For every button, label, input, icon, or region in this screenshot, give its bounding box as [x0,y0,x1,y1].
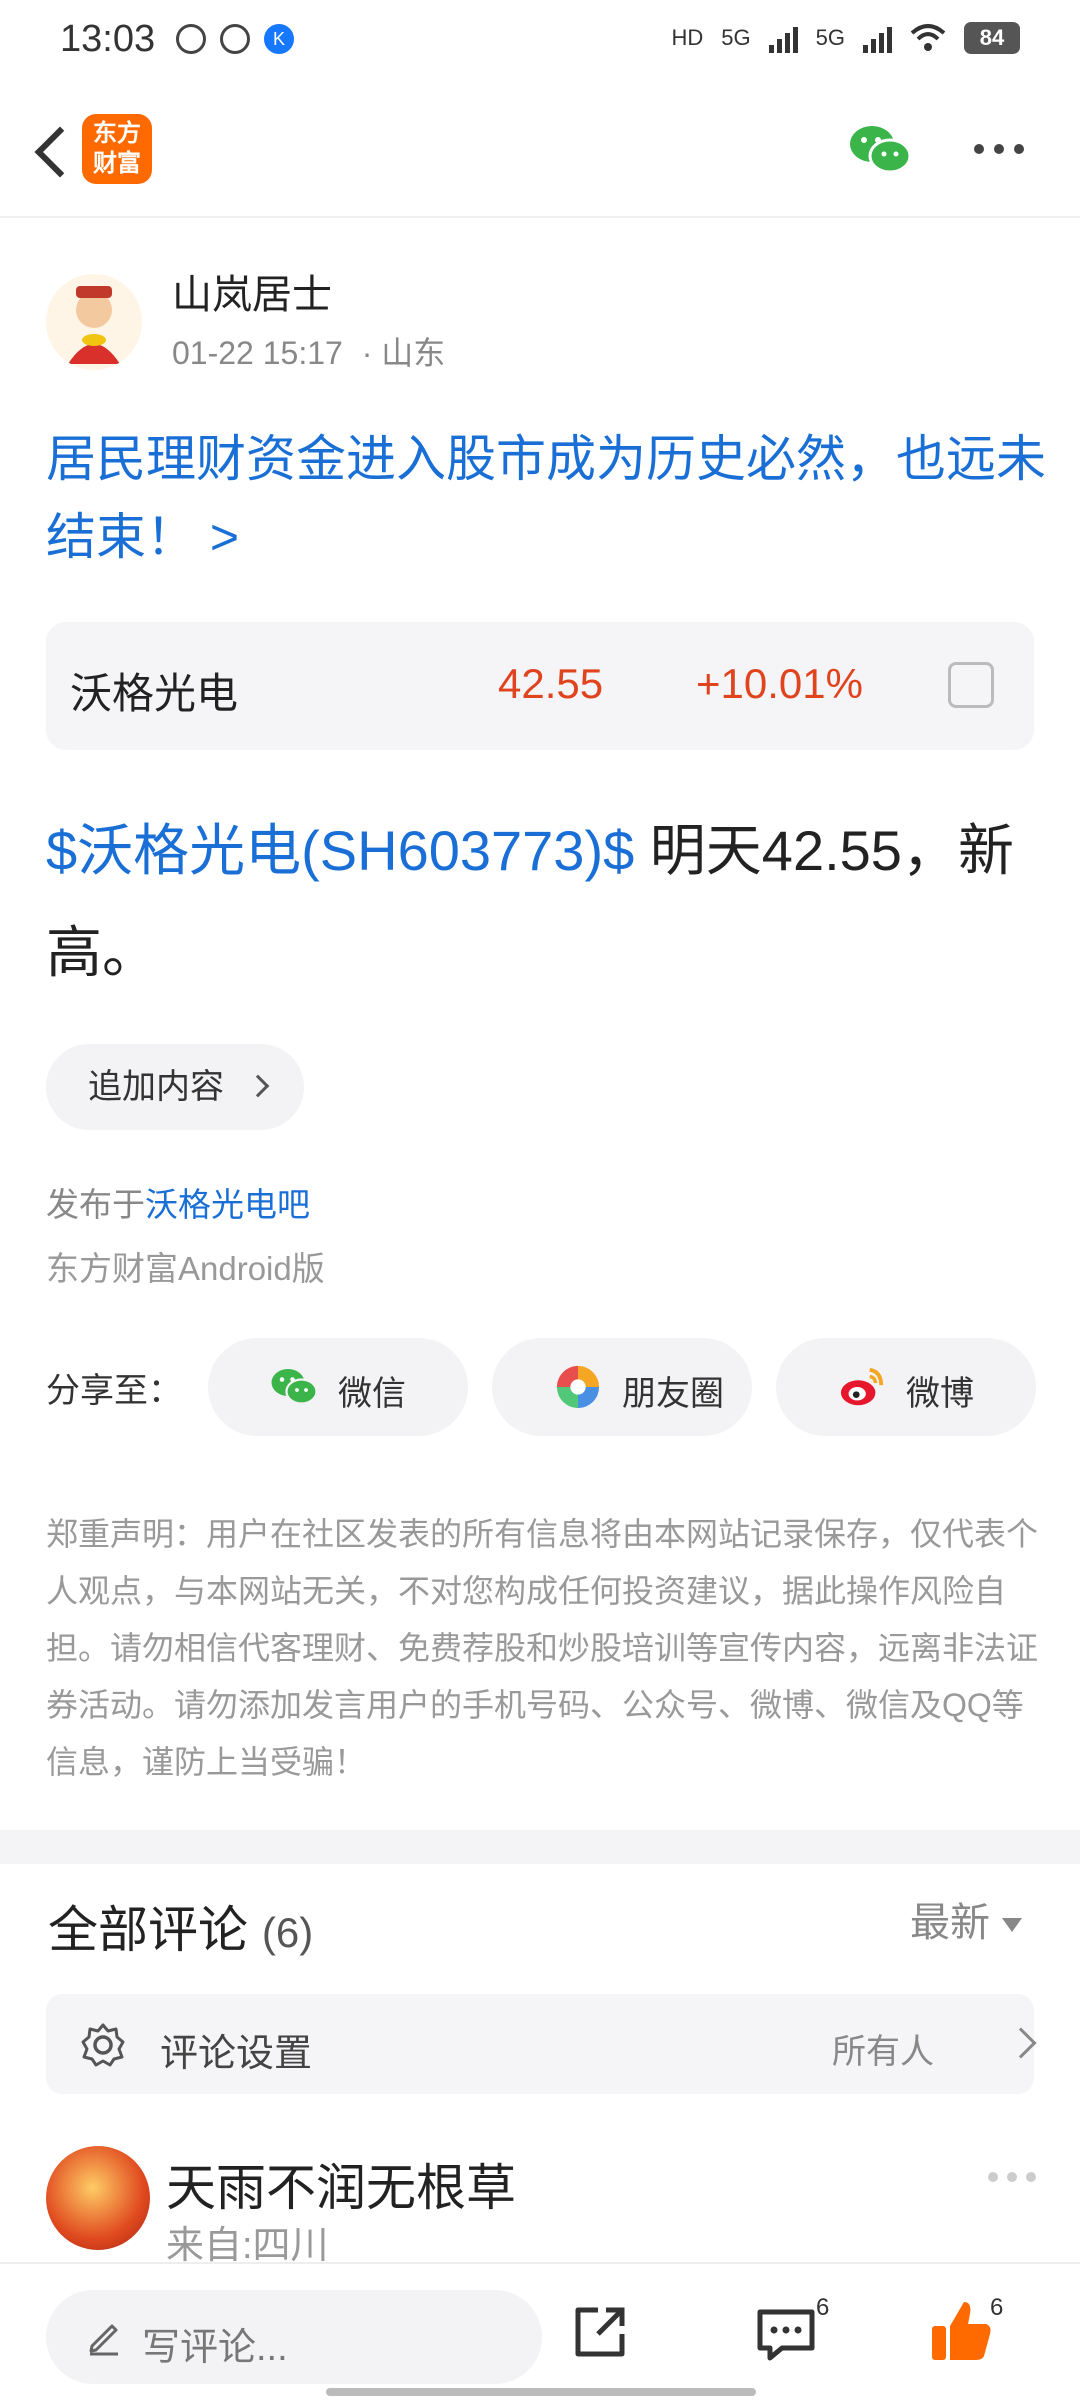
append-content-button[interactable]: 追加内容 [46,1044,304,1130]
comment-count-badge: 6 [816,2294,830,2321]
top-nav-bar: 东方 财富 [0,84,1080,218]
app-notification-icon [220,24,250,54]
disclaimer-text: 郑重声明：用户在社区发表的所有信息将由本网站记录保存，仅代表个人观点，与本网站无… [46,1516,1039,1780]
stock-tag-link[interactable]: $沃格光电(SH603773)$ [46,819,634,882]
status-time: 13:03 [60,18,156,60]
stock-price: 42.55 [498,660,604,707]
signal-icon [768,23,798,53]
like-count-badge: 6 [990,2294,1004,2321]
pencil-icon [89,2324,118,2356]
commenter-avatar[interactable] [46,2146,150,2250]
wifi-icon [910,24,946,51]
add-watchlist-checkbox[interactable] [948,662,994,708]
wechat-icon [271,1369,318,1405]
gear-icon [81,2023,125,2067]
stock-name: 沃格光电 [70,670,239,717]
back-button[interactable] [24,114,84,184]
author-name[interactable]: 山岚居士 [172,262,332,320]
bottom-action-bar: 写评论... 6 6 [0,2262,1080,2400]
share-label: 分享至： [46,1372,182,1410]
write-comment-input[interactable]: 写评论... [46,2290,542,2384]
hd-label: HD [671,25,704,50]
published-in: 发布于沃格光电吧 [46,1186,310,1223]
comments-title: 全部评论 (6) [48,1902,314,1958]
share-weibo-button[interactable]: 微博 [776,1338,1036,1436]
network-label-1: 5G [721,25,751,50]
post-date: 01-22 15:17 [172,335,343,371]
thumbs-up-icon[interactable] [930,2298,994,2364]
more-options-icon[interactable] [974,144,1024,154]
comment-more-icon[interactable] [988,2172,1036,2182]
avatar-image [68,286,120,364]
stock-change: +10.01% [696,660,863,707]
post-title-link[interactable]: 居民理财资金进入股市成为历史必然，也远未结束！ > [46,420,1046,576]
app-logo: 东方 财富 [82,114,152,184]
section-divider [0,1830,1080,1864]
signal-icon-2 [863,23,892,53]
commenter-name[interactable]: 天雨不润无根草 [166,2148,516,2220]
comment-icon[interactable] [756,2306,816,2362]
wechat-share-icon[interactable] [848,122,912,178]
comments-count: (6) [261,1909,314,1956]
post-meta: 01-22 15:17 · 山东 [172,328,445,374]
share-wechat-button[interactable]: 微信 [208,1338,468,1436]
caret-down-icon [1002,1918,1022,1933]
weibo-icon [840,1367,884,1406]
share-icon[interactable] [570,2302,630,2362]
chevron-right-icon [1005,2027,1037,2059]
author-avatar[interactable] [46,274,142,370]
stock-bar-link[interactable]: 沃格光电吧 [145,1186,310,1223]
network-label-2: 5G [815,25,845,50]
moments-icon [556,1365,600,1409]
share-moments-button[interactable]: 朋友圈 [492,1338,752,1436]
post-platform: 东方财富Android版 [46,1250,325,1287]
comment-sort-dropdown[interactable]: 最新 [910,1890,1022,1948]
author-block: 山岚居士 01-22 15:17 · 山东 [46,262,1046,372]
chevron-right-icon [246,1074,270,1098]
battery-icon: 84 [964,22,1020,54]
post-location: · 山东 [361,335,446,371]
post-body: $沃格光电(SH603773)$ 明天42.55，新高。 [46,800,1046,1004]
home-indicator [326,2388,756,2396]
k-app-icon: K [264,24,294,54]
stock-quote-card[interactable]: 沃格光电 42.55 +10.01% [46,622,1034,750]
comment-permission-value: 所有人 [832,2033,934,2071]
commenter-location: 来自:四川 [166,2225,329,2267]
comment-settings-row[interactable]: 评论设置 所有人 [46,1994,1037,2094]
notification-icon [176,24,206,54]
status-bar: 13:03 K HD 5G 5G 84 [0,0,1080,84]
